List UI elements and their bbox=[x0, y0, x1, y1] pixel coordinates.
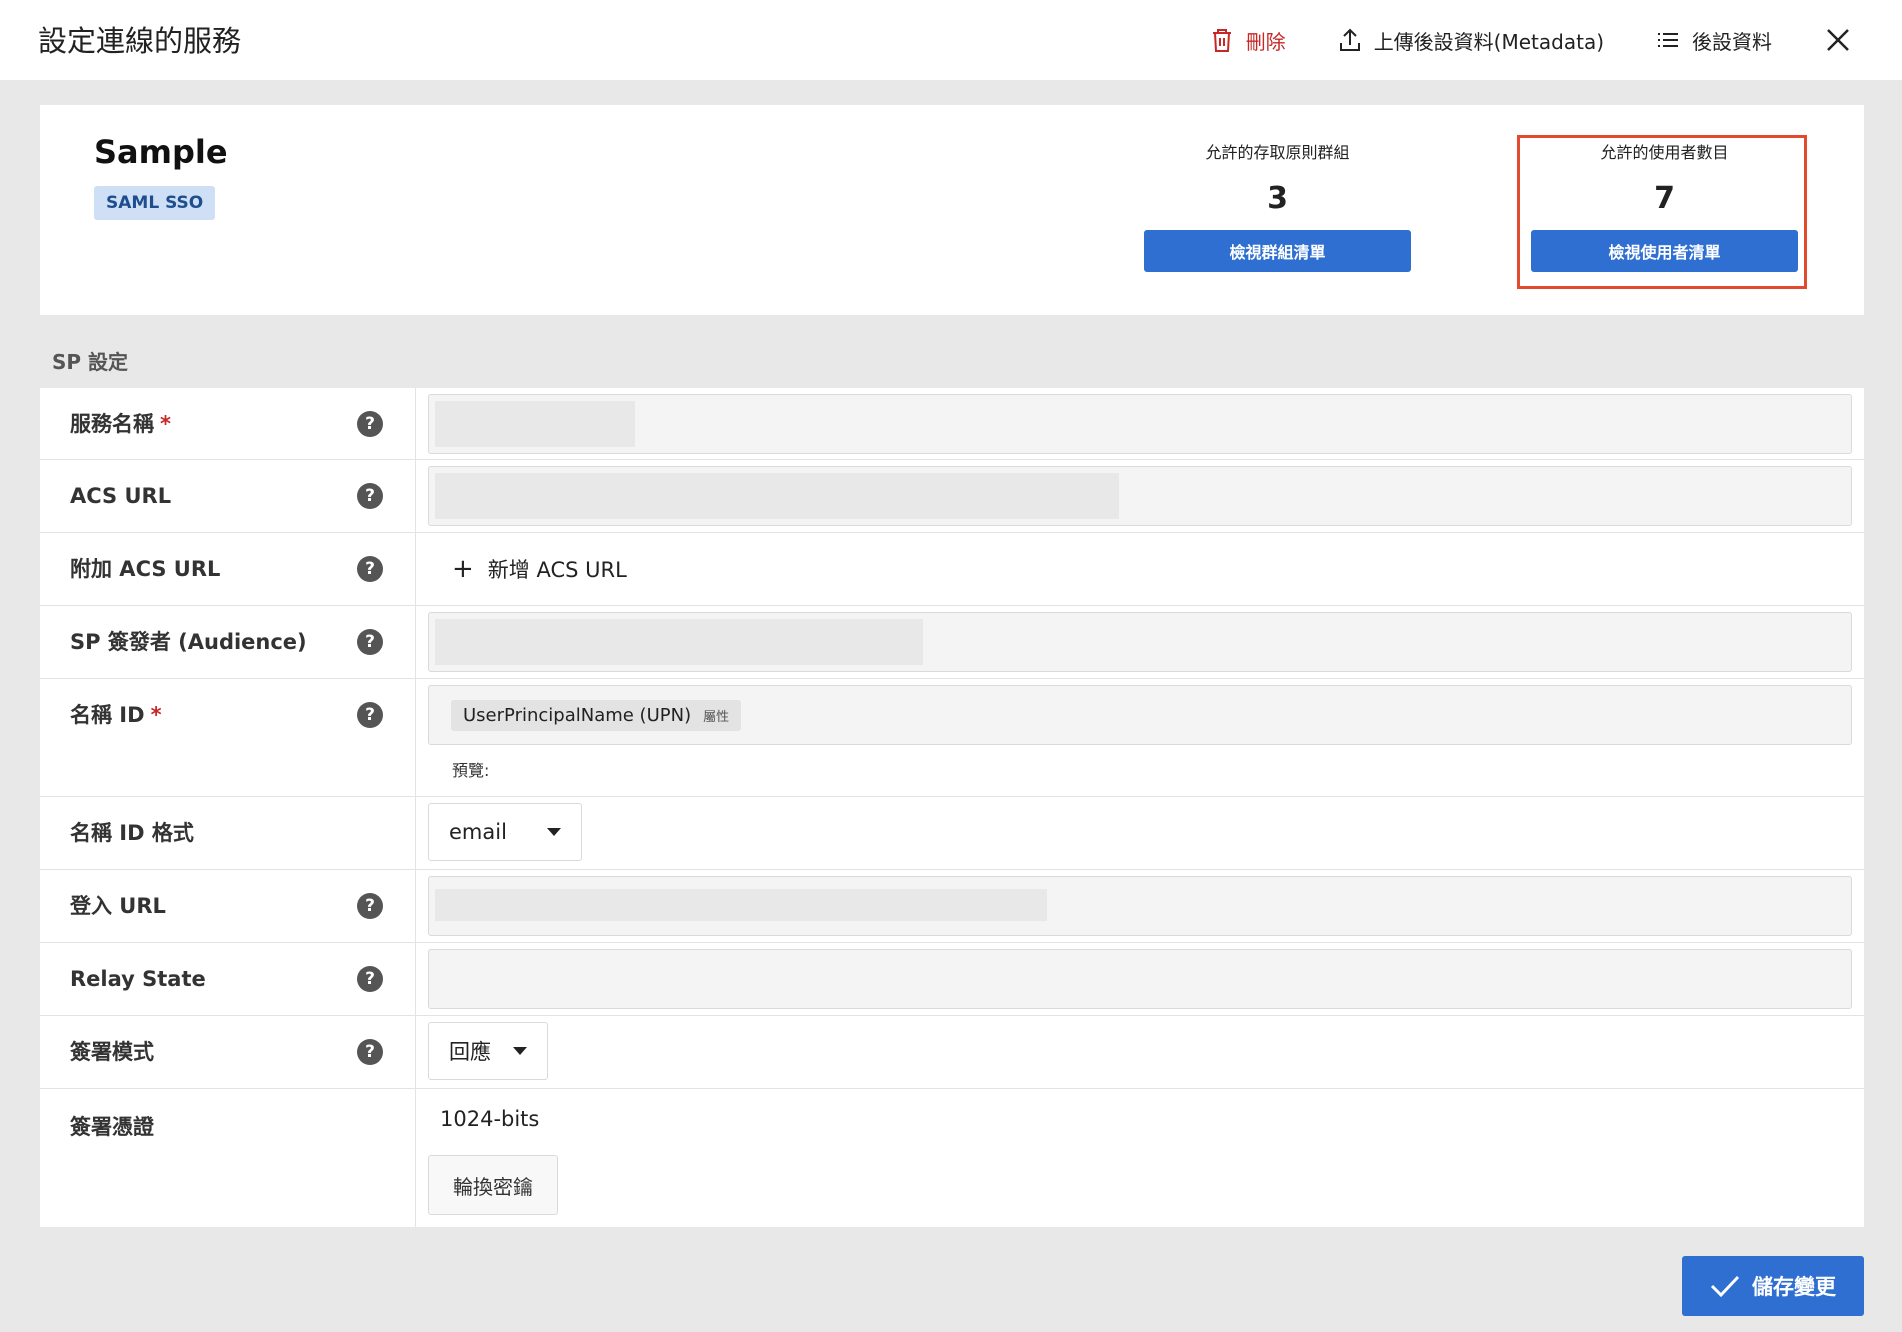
upload-label: 上傳後設資料(Metadata) bbox=[1373, 29, 1604, 54]
sign-mode-select[interactable]: 回應 bbox=[428, 1022, 548, 1080]
caret-down-icon bbox=[546, 828, 561, 836]
help-icon[interactable]: ? bbox=[357, 893, 383, 919]
preview-label: 預覽: bbox=[452, 761, 490, 780]
row-name-id: 名稱 ID * ? UserPrincipalName (UPN) 屬性 預覽: bbox=[40, 679, 1864, 797]
view-groups-button[interactable]: 檢視群組清單 bbox=[1144, 230, 1411, 272]
sp-settings-form: 服務名稱 * ? ACS URL ? 附加 ACS URL ? + 新增 ACS … bbox=[40, 388, 1864, 1227]
list-icon bbox=[1658, 33, 1678, 47]
help-icon[interactable]: ? bbox=[357, 966, 383, 992]
upload-icon bbox=[1339, 28, 1360, 51]
groups-stat: 允許的存取原則群組 3 檢視群組清單 bbox=[1144, 139, 1411, 272]
required-mark: * bbox=[150, 703, 162, 727]
row-acs-url: ACS URL ? bbox=[40, 460, 1864, 533]
attribute-chip[interactable]: UserPrincipalName (UPN) 屬性 bbox=[451, 700, 742, 731]
service-name-label: 服務名稱 * ? bbox=[40, 388, 416, 459]
delete-button[interactable]: 刪除 bbox=[1210, 26, 1286, 55]
caret-down-icon bbox=[513, 1047, 527, 1055]
modal-header: 設定連線的服務 刪除 上傳後設資料(Metadata) 後設資料 bbox=[0, 0, 1902, 80]
help-icon[interactable]: ? bbox=[357, 629, 383, 655]
highlight-box bbox=[1517, 135, 1807, 289]
help-icon[interactable]: ? bbox=[357, 1039, 383, 1065]
row-sp-issuer: SP 簽發者 (Audience) ? bbox=[40, 606, 1864, 679]
row-relay-state: Relay State ? bbox=[40, 943, 1864, 1016]
name-id-input[interactable]: UserPrincipalName (UPN) 屬性 bbox=[428, 685, 1852, 745]
help-icon[interactable]: ? bbox=[357, 702, 383, 728]
sp-issuer-input[interactable] bbox=[428, 612, 1852, 672]
login-url-label: 登入 URL ? bbox=[40, 870, 416, 942]
delete-label: 刪除 bbox=[1245, 29, 1286, 54]
login-url-input[interactable] bbox=[428, 876, 1852, 936]
row-sign-cert: 簽署憑證 1024-bits 輪換密鑰 bbox=[40, 1089, 1864, 1227]
app-name: Sample bbox=[94, 133, 228, 171]
groups-count: 3 bbox=[1267, 181, 1288, 216]
page-title: 設定連線的服務 bbox=[38, 24, 242, 58]
help-icon[interactable]: ? bbox=[357, 556, 383, 582]
service-name-input[interactable] bbox=[428, 394, 1852, 454]
metadata-label: 後設資料 bbox=[1692, 29, 1772, 54]
acs-url-label: ACS URL ? bbox=[40, 460, 416, 532]
relay-state-input[interactable] bbox=[428, 949, 1852, 1009]
app-summary-card: Sample SAML SSO 允許的存取原則群組 3 檢視群組清單 允許的使用… bbox=[40, 105, 1864, 315]
plus-icon: + bbox=[452, 554, 474, 584]
acs-url-input[interactable] bbox=[428, 466, 1852, 526]
required-mark: * bbox=[160, 412, 171, 436]
relay-state-label: Relay State ? bbox=[40, 943, 416, 1015]
trash-icon bbox=[1212, 29, 1231, 52]
protocol-badge: SAML SSO bbox=[94, 186, 216, 220]
name-id-format-select[interactable]: email bbox=[428, 803, 582, 861]
upload-metadata-button[interactable]: 上傳後設資料(Metadata) bbox=[1338, 26, 1604, 55]
metadata-button[interactable]: 後設資料 bbox=[1656, 26, 1772, 55]
sp-issuer-label: SP 簽發者 (Audience) ? bbox=[40, 606, 416, 678]
header-actions: 刪除 上傳後設資料(Metadata) 後設資料 bbox=[1210, 0, 1902, 80]
row-service-name: 服務名稱 * ? bbox=[40, 388, 1864, 460]
extra-acs-label: 附加 ACS URL ? bbox=[40, 533, 416, 605]
help-icon[interactable]: ? bbox=[357, 411, 383, 437]
add-acs-url-button[interactable]: + 新增 ACS URL bbox=[428, 539, 1852, 599]
save-button[interactable]: 儲存變更 bbox=[1682, 1256, 1864, 1316]
cert-bits: 1024-bits bbox=[440, 1107, 540, 1131]
rotate-key-button[interactable]: 輪換密鑰 bbox=[428, 1155, 558, 1215]
sign-cert-label: 簽署憑證 bbox=[40, 1089, 416, 1227]
groups-label: 允許的存取原則群組 bbox=[1205, 143, 1350, 162]
name-id-label: 名稱 ID * ? bbox=[40, 679, 416, 796]
check-icon bbox=[1710, 1275, 1740, 1298]
name-id-format-label: 名稱 ID 格式 bbox=[40, 797, 416, 869]
section-title: SP 設定 bbox=[52, 350, 129, 374]
sign-mode-label: 簽署模式 ? bbox=[40, 1016, 416, 1088]
close-icon[interactable] bbox=[1824, 26, 1852, 54]
row-login-url: 登入 URL ? bbox=[40, 870, 1864, 943]
row-extra-acs: 附加 ACS URL ? + 新增 ACS URL bbox=[40, 533, 1864, 606]
help-icon[interactable]: ? bbox=[357, 483, 383, 509]
row-sign-mode: 簽署模式 ? 回應 bbox=[40, 1016, 1864, 1089]
row-name-id-format: 名稱 ID 格式 email bbox=[40, 797, 1864, 870]
